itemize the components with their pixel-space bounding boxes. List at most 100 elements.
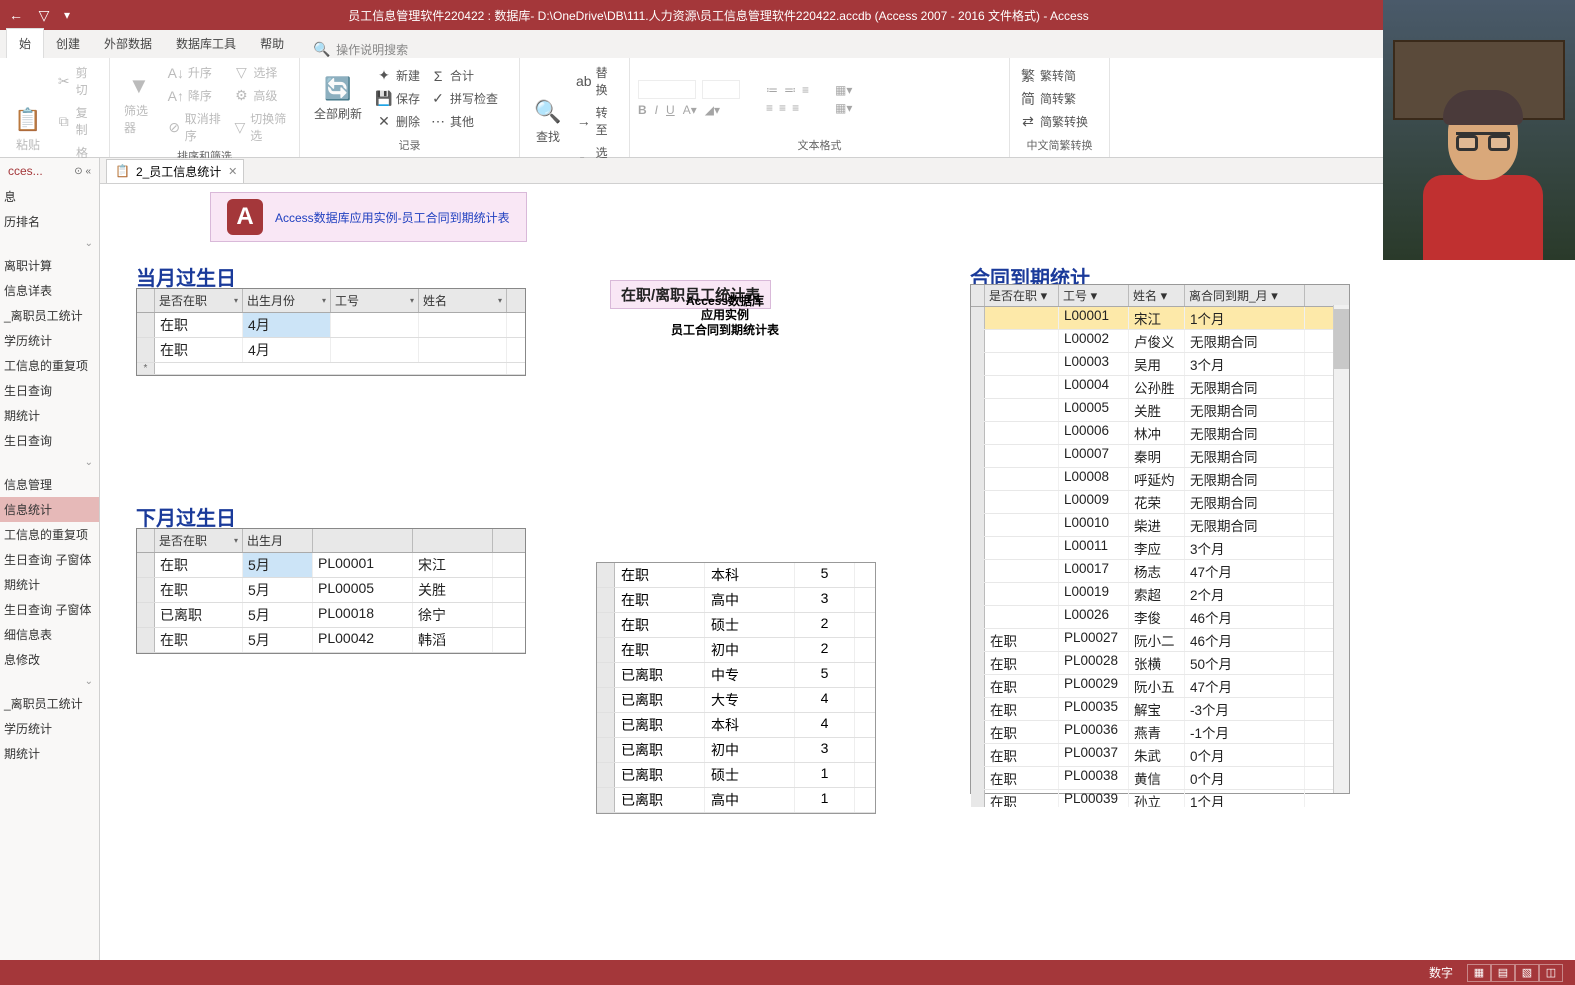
table-row[interactable]: 已离职中专5 — [597, 663, 875, 688]
new-row[interactable] — [137, 363, 525, 375]
back-icon[interactable]: ← — [8, 7, 24, 23]
table-row[interactable]: 在职4月 — [137, 313, 525, 338]
table-row[interactable]: L00002卢俊义无限期合同 — [971, 330, 1349, 353]
table-row[interactable]: L00001宋江1个月 — [971, 307, 1349, 330]
tab-home[interactable]: 始 — [6, 28, 44, 58]
nav-item[interactable]: 工信息的重复项 — [0, 353, 99, 378]
copy-button[interactable]: ⧉复制 — [54, 102, 101, 140]
table-row[interactable]: L00009花荣无限期合同 — [971, 491, 1349, 514]
table-row[interactable]: 在职PL00027阮小二46个月 — [971, 629, 1349, 652]
cut-button[interactable]: ✂剪切 — [54, 62, 101, 100]
ribbon-search[interactable]: 🔍 操作说明搜索 — [314, 41, 408, 58]
nav-item[interactable]: 息修改 — [0, 647, 99, 672]
view-design-button[interactable]: ◫ — [1539, 964, 1563, 982]
nav-item[interactable]: 信息详表 — [0, 278, 99, 303]
toggle-button[interactable]: ▽切换筛选 — [231, 108, 291, 146]
table-row[interactable]: L00019索超2个月 — [971, 583, 1349, 606]
table-row[interactable]: L00006林冲无限期合同 — [971, 422, 1349, 445]
tab-external[interactable]: 外部数据 — [92, 29, 164, 58]
select-button[interactable]: ▽选择 — [231, 62, 291, 83]
nav-item[interactable]: _离职员工统计 — [0, 303, 99, 328]
conv-button[interactable]: ⇄简繁转换 — [1018, 111, 1090, 132]
nav-item[interactable]: 细信息表 — [0, 622, 99, 647]
table-row[interactable]: L00005关胜无限期合同 — [971, 399, 1349, 422]
nav-item[interactable]: 学历统计 — [0, 328, 99, 353]
nav-collapse-icon[interactable]: ⊙ « — [74, 166, 91, 177]
new-button[interactable]: ✦新建 — [374, 65, 422, 86]
filter-icon[interactable]: ▽ — [36, 7, 52, 23]
spell-button[interactable]: ✓拼写检查 — [428, 88, 500, 109]
table-row[interactable]: 已离职初中3 — [597, 738, 875, 763]
view-form-button[interactable]: ▦ — [1467, 964, 1491, 982]
table-row[interactable]: L00017杨志47个月 — [971, 560, 1349, 583]
nav-item[interactable]: 生日查询 子窗体 — [0, 597, 99, 622]
tab-dbtools[interactable]: 数据库工具 — [164, 29, 248, 58]
nav-group-toggle[interactable]: ⌄ — [0, 234, 99, 253]
refresh-button[interactable]: 🔄全部刷新 — [308, 71, 368, 126]
nav-item[interactable]: 生日查询 子窗体 — [0, 547, 99, 572]
table-row[interactable]: 已离职硕士1 — [597, 763, 875, 788]
filter-button[interactable]: ▼筛选器 — [118, 68, 160, 140]
nav-item[interactable]: 期统计 — [0, 741, 99, 766]
tab-help[interactable]: 帮助 — [248, 29, 296, 58]
table-row[interactable]: 在职本科5 — [597, 563, 875, 588]
nav-item[interactable]: 生日查询 — [0, 428, 99, 453]
nav-item[interactable]: 息 — [0, 184, 99, 209]
delete-button[interactable]: ✕删除 — [374, 111, 422, 132]
nav-item[interactable]: 生日查询 — [0, 378, 99, 403]
subform-birthday-next[interactable]: 是否在职▾ 出生月 在职5月PL00001宋江在职5月PL00005关胜已离职5… — [136, 528, 526, 654]
table-row[interactable]: L00007秦明无限期合同 — [971, 445, 1349, 468]
nav-item[interactable]: 期统计 — [0, 403, 99, 428]
goto-button[interactable]: →转至 — [574, 102, 621, 140]
replace-button[interactable]: ab替换 — [574, 62, 621, 100]
table-row[interactable]: 在职PL00035解宝-3个月 — [971, 698, 1349, 721]
nav-item[interactable]: 期统计 — [0, 572, 99, 597]
nav-item[interactable]: 工信息的重复项 — [0, 522, 99, 547]
nav-item[interactable]: 离职计算 — [0, 253, 99, 278]
view-layout-button[interactable]: ▧ — [1515, 964, 1539, 982]
table-row[interactable]: 在职5月PL00001宋江 — [137, 553, 525, 578]
asc-button[interactable]: A↓升序 — [166, 62, 226, 83]
table-row[interactable]: L00010柴进无限期合同 — [971, 514, 1349, 537]
table-row[interactable]: L00026李俊46个月 — [971, 606, 1349, 629]
advanced-button[interactable]: ⚙高级 — [231, 85, 291, 106]
desc-button[interactable]: A↑降序 — [166, 85, 226, 106]
scrollbar-thumb[interactable] — [1334, 309, 1349, 369]
table-row[interactable]: L00011李应3个月 — [971, 537, 1349, 560]
subform-birthday-this[interactable]: 是否在职▾ 出生月份▾ 工号▾ 姓名▾ 在职4月在职4月 — [136, 288, 526, 376]
nav-group-toggle[interactable]: ⌄ — [0, 453, 99, 472]
table-row[interactable]: 在职PL00029阮小五47个月 — [971, 675, 1349, 698]
table-row[interactable]: 在职4月 — [137, 338, 525, 363]
table-row[interactable]: 在职5月PL00042韩滔 — [137, 628, 525, 653]
tab-create[interactable]: 创建 — [44, 29, 92, 58]
table-row[interactable]: 在职PL00037朱武0个月 — [971, 744, 1349, 767]
table-row[interactable]: 在职PL00038黄信0个月 — [971, 767, 1349, 790]
table-row[interactable]: 已离职5月PL00018徐宁 — [137, 603, 525, 628]
table-row[interactable]: 在职硕士2 — [597, 613, 875, 638]
s2t-button[interactable]: 简简转繁 — [1018, 88, 1090, 109]
nav-group-toggle[interactable]: ⌄ — [0, 672, 99, 691]
nav-item[interactable]: _离职员工统计 — [0, 691, 99, 716]
find-button[interactable]: 🔍查找 — [528, 94, 568, 149]
table-row[interactable]: 在职PL00039孙立1个月 — [971, 790, 1349, 807]
table-row[interactable]: 在职初中2 — [597, 638, 875, 663]
table-row[interactable]: 在职高中3 — [597, 588, 875, 613]
nav-item[interactable]: 历排名 — [0, 209, 99, 234]
close-tab-icon[interactable]: ✕ — [228, 165, 237, 178]
paste-button[interactable]: 📋粘贴 — [8, 102, 48, 157]
table-row[interactable]: L00004公孙胜无限期合同 — [971, 376, 1349, 399]
nav-item[interactable]: 信息统计 — [0, 497, 99, 522]
subform-contract[interactable]: 是否在职 ▾ 工号 ▾ 姓名 ▾ 离合同到期_月 ▾ L00001宋江1个月L0… — [970, 284, 1350, 794]
nav-item[interactable]: 学历统计 — [0, 716, 99, 741]
table-row[interactable]: 已离职高中1 — [597, 788, 875, 813]
t2s-button[interactable]: 繁繁转简 — [1018, 65, 1090, 86]
nav-item[interactable]: 信息管理 — [0, 472, 99, 497]
table-row[interactable]: 在职5月PL00005关胜 — [137, 578, 525, 603]
table-row[interactable]: 在职PL00028张横50个月 — [971, 652, 1349, 675]
table-row[interactable]: 已离职大专4 — [597, 688, 875, 713]
table-row[interactable]: 已离职本科4 — [597, 713, 875, 738]
table-row[interactable]: 在职PL00036燕青-1个月 — [971, 721, 1349, 744]
nav-pane[interactable]: cces...⊙ « 息历排名⌄离职计算信息详表_离职员工统计学历统计工信息的重… — [0, 158, 100, 960]
totals-button[interactable]: Σ合计 — [428, 65, 500, 86]
clearsort-button[interactable]: ⊘取消排序 — [166, 108, 226, 146]
